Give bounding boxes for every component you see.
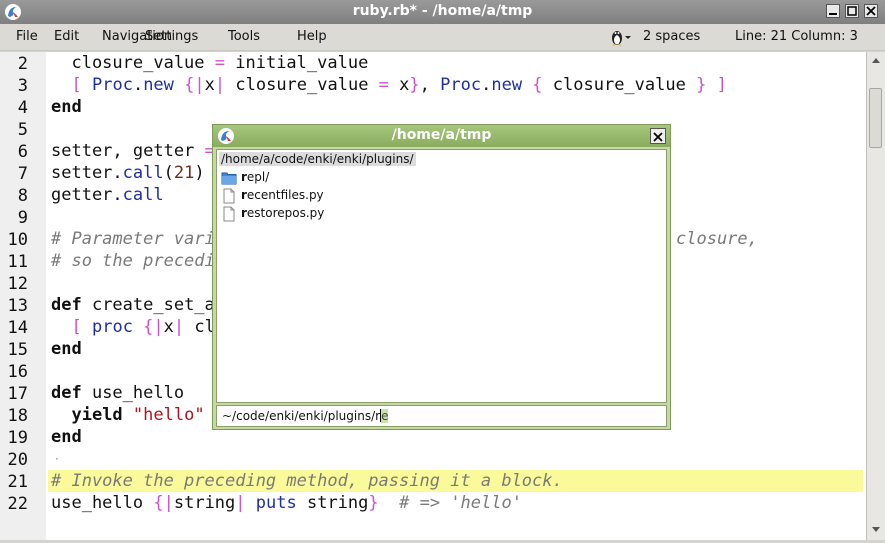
close-button[interactable] [864, 4, 878, 18]
maximize-button[interactable] [845, 4, 859, 18]
line-number: 10 [7, 230, 28, 250]
line-number: 6 [17, 142, 28, 162]
line-number: 18 [7, 406, 28, 426]
code-text: use_hello {|string| puts string} # => 'h… [51, 493, 522, 513]
code-comment: # so the precedi [51, 251, 215, 271]
scroll-up-icon[interactable] [871, 56, 881, 66]
code-text: closure_value = initial_value [51, 53, 369, 73]
open-file-dialog: /home/a/tmp /home/a/code/enki/enki/plugi… [212, 124, 671, 430]
menu-settings[interactable]: Settings [145, 29, 198, 44]
close-icon [866, 6, 876, 16]
scroll-down-icon[interactable] [871, 524, 881, 534]
cursor-position-status: Line: 21 Column: 3 [735, 29, 858, 44]
line-number: 16 [7, 362, 28, 382]
line-number: 2 [17, 54, 28, 74]
scrollbar-thumb[interactable] [869, 88, 882, 148]
entry-name: recentfiles.py [241, 188, 324, 202]
line-number: 7 [17, 164, 28, 184]
code-text: end [51, 339, 82, 359]
folder-icon [221, 172, 237, 185]
window-titlebar: ruby.rb* - /home/a/tmp [0, 0, 885, 24]
minimize-button[interactable] [826, 4, 840, 18]
file-icon [223, 206, 235, 222]
menu-edit[interactable]: Edit [54, 29, 79, 44]
entry-name: repl/ [241, 170, 270, 184]
indent-status[interactable]: 2 spaces [643, 29, 700, 44]
line-number: 3 [17, 76, 28, 96]
code-line[interactable]: 4 end [0, 96, 866, 118]
code-text: def create_set_a [51, 295, 215, 315]
dialog-close-button[interactable] [650, 128, 666, 144]
line-number: 20 [7, 450, 28, 470]
code-text: def use_hello [51, 383, 185, 403]
code-text: getter.call [51, 185, 164, 205]
minimize-icon [829, 13, 837, 15]
code-line[interactable]: 20 · [0, 448, 866, 470]
code-comment: closure, [676, 229, 758, 249]
code-text: yield "hello" [71, 405, 205, 425]
file-list[interactable]: /home/a/code/enki/enki/plugins/ repl/ re… [216, 149, 667, 403]
menu-bar: File Edit Navigation Settings Tools Help… [0, 24, 885, 51]
line-number: 8 [17, 186, 28, 206]
line-number: 17 [7, 384, 28, 404]
linux-tux-icon[interactable] [608, 27, 632, 47]
inline-completion: e [381, 409, 389, 423]
line-number: 22 [7, 494, 28, 514]
code-text: [ proc {|x| cl [71, 317, 215, 337]
code-text: setter.call(21) [51, 163, 205, 183]
current-code-line[interactable]: 21 # Invoke the preceding method, passin… [0, 470, 866, 492]
whitespace-marker: · [55, 452, 59, 466]
window-title: ruby.rb* - /home/a/tmp [352, 3, 533, 19]
line-number: 21 [7, 472, 28, 492]
file-icon [223, 188, 235, 204]
line-number: 15 [7, 340, 28, 360]
entry-name: restorepos.py [241, 206, 325, 220]
line-number: 5 [17, 120, 28, 140]
line-number: 9 [17, 208, 28, 228]
code-text: end [51, 97, 82, 117]
code-line[interactable]: 3 [ Proc.new {|x| closure_value = x}, Pr… [0, 74, 866, 96]
line-number: 14 [7, 318, 28, 338]
current-directory: /home/a/code/enki/enki/plugins/ [219, 152, 416, 166]
dialog-titlebar: /home/a/tmp [213, 125, 670, 147]
menu-tools[interactable]: Tools [228, 29, 260, 44]
vertical-scrollbar[interactable] [866, 52, 885, 540]
line-number: 11 [7, 252, 28, 272]
code-text: end [51, 427, 82, 447]
close-icon [653, 132, 663, 142]
maximize-icon [847, 6, 857, 16]
line-number: 13 [7, 296, 28, 316]
code-line[interactable]: 22 use_hello {|string| puts string} # =>… [0, 492, 866, 514]
line-number: 4 [17, 98, 28, 118]
menu-file[interactable]: File [16, 29, 38, 44]
dialog-title: /home/a/tmp [391, 127, 492, 143]
code-comment: # Parameter vari [51, 229, 215, 249]
path-input[interactable]: ~/code/enki/enki/plugins/re [216, 405, 667, 427]
code-line[interactable]: 2 closure_value = initial_value [0, 52, 866, 74]
line-number: 19 [7, 428, 28, 448]
code-text: setter, getter = [51, 141, 215, 161]
code-comment: # Invoke the preceding method, passing i… [51, 471, 563, 491]
code-text: [ Proc.new {|x| closure_value = x}, Proc… [71, 75, 727, 95]
menu-help[interactable]: Help [297, 29, 327, 44]
line-number: 12 [7, 274, 28, 294]
path-input-value: ~/code/enki/enki/plugins/re [222, 409, 389, 423]
